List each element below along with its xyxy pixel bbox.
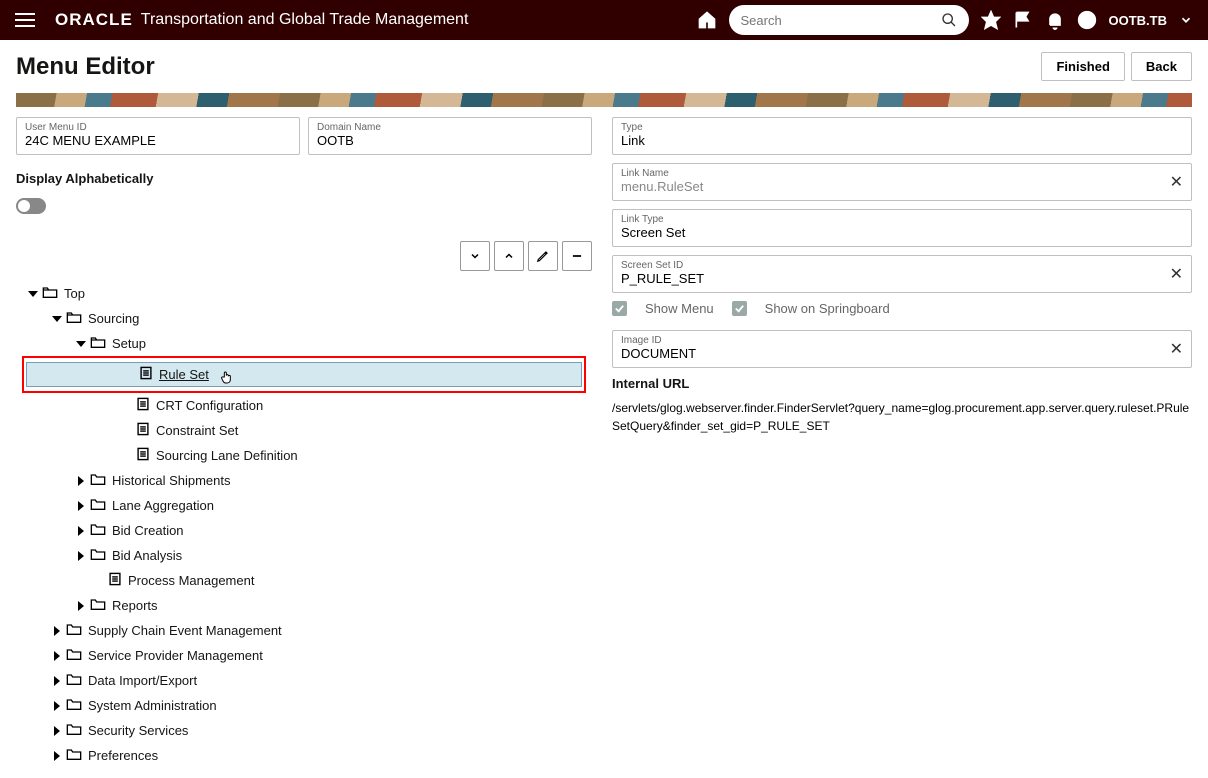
folder-closed-icon — [66, 647, 82, 664]
edit-button[interactable] — [528, 241, 558, 271]
tree-node-top[interactable]: Top — [16, 281, 592, 306]
left-panel: User Menu ID 24C MENU EXAMPLE Domain Nam… — [16, 117, 592, 768]
menu-tree: Top Sourcing Setup Rule Set — [16, 281, 592, 768]
type-field[interactable]: Type Link — [612, 117, 1192, 155]
document-icon — [136, 422, 150, 439]
move-up-button[interactable] — [494, 241, 524, 271]
display-alpha-toggle[interactable] — [16, 198, 46, 214]
search-input[interactable] — [741, 13, 941, 28]
folder-closed-icon — [66, 747, 82, 764]
folder-closed-icon — [90, 497, 106, 514]
user-menu-id-label: User Menu ID — [25, 122, 291, 133]
internal-url-value: /servlets/glog.webserver.finder.FinderSe… — [612, 399, 1192, 435]
folder-closed-icon — [90, 522, 106, 539]
folder-closed-icon — [66, 672, 82, 689]
tree-node-system-admin[interactable]: System Administration — [16, 693, 592, 718]
selected-highlight: Rule Set — [22, 356, 586, 393]
finished-button[interactable]: Finished — [1041, 52, 1124, 81]
folder-closed-icon — [90, 597, 106, 614]
image-id-field[interactable]: Image ID DOCUMENT ✕ — [612, 330, 1192, 368]
tree-node-process-mgmt[interactable]: Process Management — [16, 568, 592, 593]
internal-url-label: Internal URL — [612, 376, 1192, 391]
user-label[interactable]: OOTB.TB — [1109, 13, 1168, 28]
user-menu-id-field[interactable]: User Menu ID 24C MENU EXAMPLE — [16, 117, 300, 155]
tree-node-bid-analysis[interactable]: Bid Analysis — [16, 543, 592, 568]
link-type-field[interactable]: Link Type Screen Set — [612, 209, 1192, 247]
folder-closed-icon — [90, 472, 106, 489]
search-icon[interactable] — [941, 12, 957, 28]
show-springboard-label: Show on Springboard — [765, 301, 890, 316]
folder-closed-icon — [66, 622, 82, 639]
tree-node-constraint-set[interactable]: Constraint Set — [16, 418, 592, 443]
decorative-banner — [16, 93, 1192, 107]
chevron-down-icon[interactable] — [1179, 13, 1193, 27]
tree-node-rule-set[interactable]: Rule Set — [26, 362, 582, 387]
clear-icon[interactable]: ✕ — [1170, 172, 1183, 192]
document-icon — [108, 572, 122, 589]
help-icon[interactable] — [1077, 10, 1097, 30]
tree-node-sourcing-lane[interactable]: Sourcing Lane Definition — [16, 443, 592, 468]
tree-node-preferences[interactable]: Preferences — [16, 743, 592, 768]
domain-name-value: OOTB — [317, 133, 583, 148]
clear-icon[interactable]: ✕ — [1170, 339, 1183, 359]
domain-name-label: Domain Name — [317, 122, 583, 133]
show-menu-label: Show Menu — [645, 301, 714, 316]
tree-node-data-import[interactable]: Data Import/Export — [16, 668, 592, 693]
display-alpha-label: Display Alphabetically — [16, 171, 592, 186]
show-menu-checkbox[interactable] — [612, 301, 627, 316]
folder-closed-icon — [66, 722, 82, 739]
document-icon — [136, 447, 150, 464]
flag-icon[interactable] — [1013, 10, 1033, 30]
folder-closed-icon — [90, 547, 106, 564]
right-panel: Type Link Link Name menu.RuleSet ✕ Link … — [612, 117, 1192, 768]
link-name-field[interactable]: Link Name menu.RuleSet ✕ — [612, 163, 1192, 201]
tree-node-sourcing[interactable]: Sourcing — [16, 306, 592, 331]
app-title: Transportation and Global Trade Manageme… — [141, 11, 469, 29]
screen-set-id-field[interactable]: Screen Set ID P_RULE_SET ✕ — [612, 255, 1192, 293]
tree-node-setup[interactable]: Setup — [16, 331, 592, 356]
tree-node-lane-agg[interactable]: Lane Aggregation — [16, 493, 592, 518]
tree-node-security[interactable]: Security Services — [16, 718, 592, 743]
folder-icon — [42, 285, 58, 302]
tree-node-service-provider[interactable]: Service Provider Management — [16, 643, 592, 668]
folder-icon — [90, 335, 106, 352]
user-menu-id-value: 24C MENU EXAMPLE — [25, 133, 291, 148]
app-header: ORACLE Transportation and Global Trade M… — [0, 0, 1208, 40]
home-icon[interactable] — [697, 10, 717, 30]
page-bar: Menu Editor Finished Back — [0, 40, 1208, 93]
document-icon — [136, 397, 150, 414]
tree-node-bid-creation[interactable]: Bid Creation — [16, 518, 592, 543]
search-box[interactable] — [729, 5, 969, 35]
tree-node-supply-chain[interactable]: Supply Chain Event Management — [16, 618, 592, 643]
star-icon[interactable] — [981, 10, 1001, 30]
folder-closed-icon — [66, 697, 82, 714]
show-springboard-checkbox[interactable] — [732, 301, 747, 316]
document-icon — [139, 366, 153, 383]
tree-node-historical[interactable]: Historical Shipments — [16, 468, 592, 493]
tree-node-reports[interactable]: Reports — [16, 593, 592, 618]
tree-node-crt-config[interactable]: CRT Configuration — [16, 393, 592, 418]
menu-icon[interactable] — [15, 9, 35, 31]
bell-icon[interactable] — [1045, 10, 1065, 30]
domain-name-field[interactable]: Domain Name OOTB — [308, 117, 592, 155]
remove-button[interactable] — [562, 241, 592, 271]
page-title: Menu Editor — [16, 53, 155, 81]
logo: ORACLE — [55, 10, 133, 30]
back-button[interactable]: Back — [1131, 52, 1192, 81]
move-down-button[interactable] — [460, 241, 490, 271]
clear-icon[interactable]: ✕ — [1170, 264, 1183, 284]
cursor-hand-icon — [219, 369, 235, 385]
folder-icon — [66, 310, 82, 327]
